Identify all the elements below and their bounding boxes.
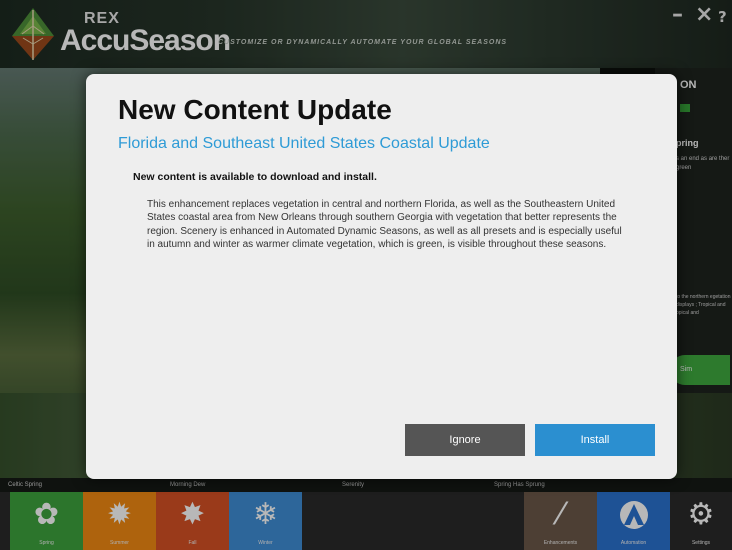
ignore-button[interactable]: Ignore — [405, 424, 525, 456]
dialog-lead-text: New content is available to download and… — [133, 171, 377, 183]
dialog-subtitle: Florida and Southeast United States Coas… — [118, 135, 490, 152]
install-button[interactable]: Install — [535, 424, 655, 456]
dialog-title: New Content Update — [118, 94, 392, 125]
content-update-dialog: New Content Update Florida and Southeast… — [86, 74, 677, 479]
dialog-description: This enhancement replaces vegetation in … — [147, 199, 622, 251]
